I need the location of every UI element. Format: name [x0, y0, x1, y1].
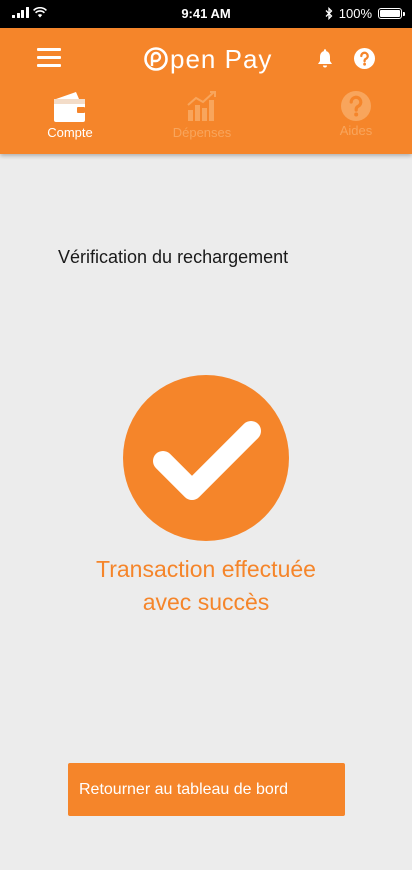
menu-icon [37, 48, 61, 51]
status-bar: 9:41 AM 100% [0, 0, 412, 28]
tab-aides-label: Aides [339, 123, 373, 138]
menu-button[interactable] [37, 48, 61, 68]
success-message-line1: Transaction effectuée [96, 556, 316, 582]
status-right: 100% [325, 6, 405, 21]
checkmark-icon [153, 421, 261, 500]
chart-icon [187, 91, 216, 121]
notifications-button[interactable] [316, 48, 334, 70]
help-icon [341, 91, 371, 121]
battery-percent: 100% [338, 6, 372, 21]
battery-icon [378, 8, 405, 19]
brand-text: pen Pay [170, 43, 273, 74]
brand-o-icon [144, 47, 168, 71]
help-button[interactable] [354, 48, 375, 69]
success-message: Transaction effectuée avec succès [56, 553, 356, 619]
tab-aides[interactable]: Aides [296, 90, 412, 138]
success-badge [123, 375, 289, 541]
wallet-icon [54, 92, 85, 122]
bluetooth-icon [325, 7, 333, 20]
brand-logo: pen Pay [143, 41, 272, 77]
tab-depenses[interactable]: Dépenses [142, 90, 262, 140]
success-message-line2: avec succès [142, 589, 270, 615]
tab-depenses-label: Dépenses [172, 125, 232, 140]
return-dashboard-button[interactable]: Retourner au tableau de bord [68, 763, 345, 816]
bell-icon [318, 49, 332, 68]
tab-compte[interactable]: Compte [10, 90, 130, 140]
app-header: pen Pay Compte Dépenses Aides [0, 28, 412, 154]
tab-compte-label: Compte [47, 125, 93, 140]
page-title: Vérification du rechargement [58, 247, 289, 267]
help-icon [354, 48, 375, 69]
